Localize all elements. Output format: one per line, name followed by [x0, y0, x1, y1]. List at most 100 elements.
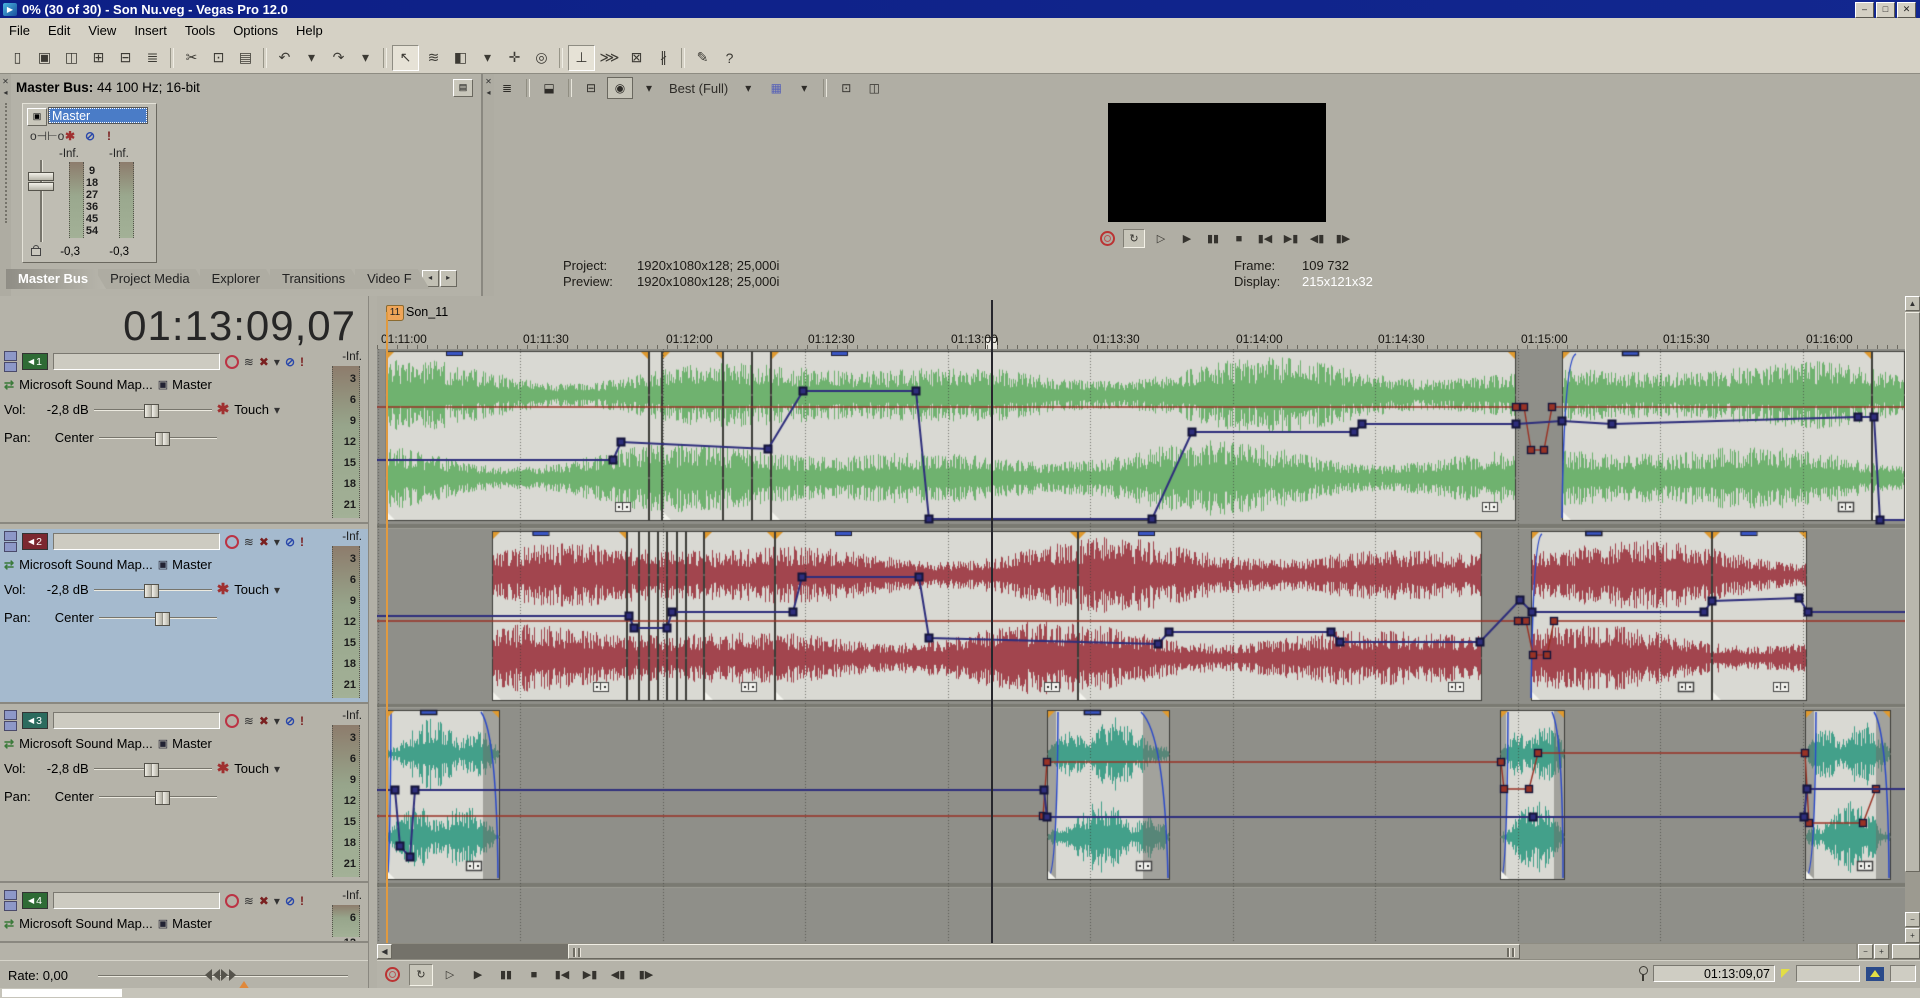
recording-device-name[interactable]: Microsoft Sound Map... [19, 557, 153, 572]
master-bus-name-input[interactable] [49, 108, 147, 123]
track-name-input[interactable] [53, 892, 220, 909]
horizontal-scroll-thumb[interactable] [568, 944, 1520, 959]
previous-frame-button[interactable]: ◀▮ [1307, 230, 1327, 247]
open-project-icon[interactable]: ▣ [32, 46, 57, 70]
render-as-icon[interactable]: ⊞ [86, 46, 111, 70]
automation-dropdown-icon[interactable]: ▾ [274, 583, 280, 597]
cut-icon[interactable]: ✂ [179, 46, 204, 70]
bus-assignment-button[interactable]: ▣Master [158, 557, 212, 572]
track-header-1[interactable]: ◀1≋✖▾⊘!⇄Microsoft Sound Map...▣MasterVol… [0, 349, 368, 524]
track-envelopes-icon[interactable]: ≋ [244, 355, 254, 369]
input-routing-icon[interactable]: ⇄ [4, 558, 14, 572]
automation-dropdown-icon[interactable]: ▾ [274, 403, 280, 417]
collapse-left-icon[interactable]: ◂ [0, 88, 11, 97]
menu-options[interactable]: Options [224, 20, 287, 41]
close-button[interactable]: ✕ [1897, 2, 1916, 18]
automation-mode-value[interactable]: Touch [234, 941, 269, 943]
record-button[interactable] [1097, 230, 1117, 247]
pan-slider-thumb[interactable] [155, 612, 170, 626]
recording-device-name[interactable]: Microsoft Sound Map... [19, 377, 153, 392]
tab-master-bus[interactable]: Master Bus [6, 269, 106, 289]
go-to-start-button[interactable]: ▮◀ [551, 965, 573, 985]
automation-dropdown-icon[interactable]: ▾ [274, 762, 280, 776]
menu-tools[interactable]: Tools [176, 20, 224, 41]
play-button[interactable]: ▶ [467, 965, 489, 985]
selection-length-value[interactable] [1890, 965, 1916, 982]
phase-invert-icon[interactable]: ! [300, 355, 304, 369]
mute-dropdown-icon[interactable]: ▾ [274, 714, 280, 728]
mute-dropdown-icon[interactable]: ▾ [274, 894, 280, 908]
phase-invert-icon[interactable]: ! [300, 714, 304, 728]
pan-slider[interactable] [99, 432, 217, 444]
bus-view-icon[interactable]: ▣ [27, 108, 47, 126]
loop-playback-button[interactable]: ↻ [409, 964, 433, 986]
pan-slider-thumb[interactable] [155, 791, 170, 805]
auto-ripple-icon[interactable]: ⋙ [597, 46, 622, 70]
stop-button[interactable]: ■ [1229, 230, 1249, 247]
track-name-input[interactable] [53, 712, 220, 729]
quality-dropdown-icon[interactable]: ▾ [637, 78, 661, 98]
input-routing-icon[interactable]: ⇄ [4, 917, 14, 931]
paste-icon[interactable]: ▤ [233, 46, 258, 70]
timecode-display[interactable]: 01:13:09,07 [123, 302, 356, 350]
automation-mode-value[interactable]: Touch [234, 582, 269, 597]
tab-video-f[interactable]: Video F [355, 269, 430, 289]
zoom-edit-tool-icon[interactable]: ◎ [529, 46, 554, 70]
overlays-dropdown-icon[interactable]: ▾ [792, 78, 816, 98]
volume-slider[interactable] [94, 404, 212, 416]
scroll-up-icon[interactable]: ▲ [1905, 296, 1920, 311]
timeline-tracks[interactable] [377, 349, 1905, 943]
scroll-track[interactable] [392, 944, 568, 959]
track-envelopes-icon[interactable]: ≋ [244, 894, 254, 908]
input-routing-icon[interactable]: ⇄ [4, 737, 14, 751]
multi-edit-tool-icon[interactable]: ✛ [502, 46, 527, 70]
overlays-grid-icon[interactable]: ▦ [764, 78, 788, 98]
redo-dropdown-icon[interactable]: ▾ [353, 46, 378, 70]
arm-record-icon[interactable] [225, 714, 239, 728]
maximize-button[interactable]: □ [1876, 2, 1895, 18]
zoom-in-track-height-icon[interactable]: + [1905, 928, 1920, 943]
track-minimize-icons[interactable] [4, 351, 17, 372]
pan-value[interactable]: Center [36, 430, 94, 445]
project-video-properties-icon[interactable]: ≣ [495, 78, 519, 98]
next-frame-button[interactable]: ▮▶ [1333, 230, 1353, 247]
track-minimize-icons[interactable] [4, 531, 17, 552]
pan-value[interactable]: Center [36, 789, 94, 804]
mute-icon[interactable]: ⊘ [85, 129, 95, 143]
cursor-position-value[interactable]: 01:13:09,07 [1653, 965, 1775, 982]
pan-slider[interactable] [99, 791, 217, 803]
mute-dropdown-icon[interactable]: ▾ [274, 535, 280, 549]
tab-project-media[interactable]: Project Media [98, 269, 207, 289]
dim-output-icon[interactable]: ! [107, 129, 111, 143]
marker-bar[interactable]: 11 Son_11 [377, 296, 1905, 330]
track-header-4[interactable]: ◀4≋✖▾⊘!⇄Microsoft Sound Map...▣MasterVol… [0, 888, 368, 943]
automation-mode-value[interactable]: Touch [234, 402, 269, 417]
zoom-out-time-icon[interactable]: − [1858, 944, 1873, 959]
mute-icon[interactable]: ✖ [259, 355, 269, 369]
volume-value[interactable]: -2,8 dB [31, 582, 89, 597]
bus-assignment-button[interactable]: ▣Master [158, 736, 212, 751]
save-project-icon[interactable]: ◫ [59, 46, 84, 70]
playhead-line[interactable] [991, 300, 993, 943]
arm-record-icon[interactable] [225, 894, 239, 908]
automation-settings-icon[interactable]: ✱ [217, 764, 230, 774]
go-to-end-button[interactable]: ▶▮ [579, 965, 601, 985]
zoom-out-track-height-icon[interactable]: − [1905, 912, 1920, 927]
pan-value[interactable]: Center [36, 610, 94, 625]
preview-quality-icon[interactable]: ◉ [607, 77, 633, 99]
close-icon[interactable]: ✕ [483, 77, 494, 86]
mute-icon[interactable]: ✖ [259, 894, 269, 908]
automation-dropdown-icon[interactable]: ▾ [274, 942, 280, 944]
track-header-3[interactable]: ◀3≋✖▾⊘!⇄Microsoft Sound Map...▣MasterVol… [0, 708, 368, 883]
new-project-icon[interactable]: ▯ [5, 46, 30, 70]
quality-dropdown-icon[interactable]: ▾ [736, 78, 760, 98]
previous-frame-button[interactable]: ◀▮ [607, 965, 629, 985]
vertical-scrollbar[interactable]: ▲ − + [1905, 296, 1920, 943]
track-name-input[interactable] [53, 353, 220, 370]
automation-settings-icon[interactable]: ✱ [65, 129, 75, 143]
scroll-left-icon[interactable]: ◀ [377, 944, 392, 959]
automation-settings-icon[interactable]: ✱ [217, 585, 230, 595]
solo-icon[interactable]: ⊘ [285, 714, 295, 728]
paint-tool-icon[interactable]: ✎ [690, 46, 715, 70]
fader-lock-icon[interactable] [31, 248, 41, 256]
